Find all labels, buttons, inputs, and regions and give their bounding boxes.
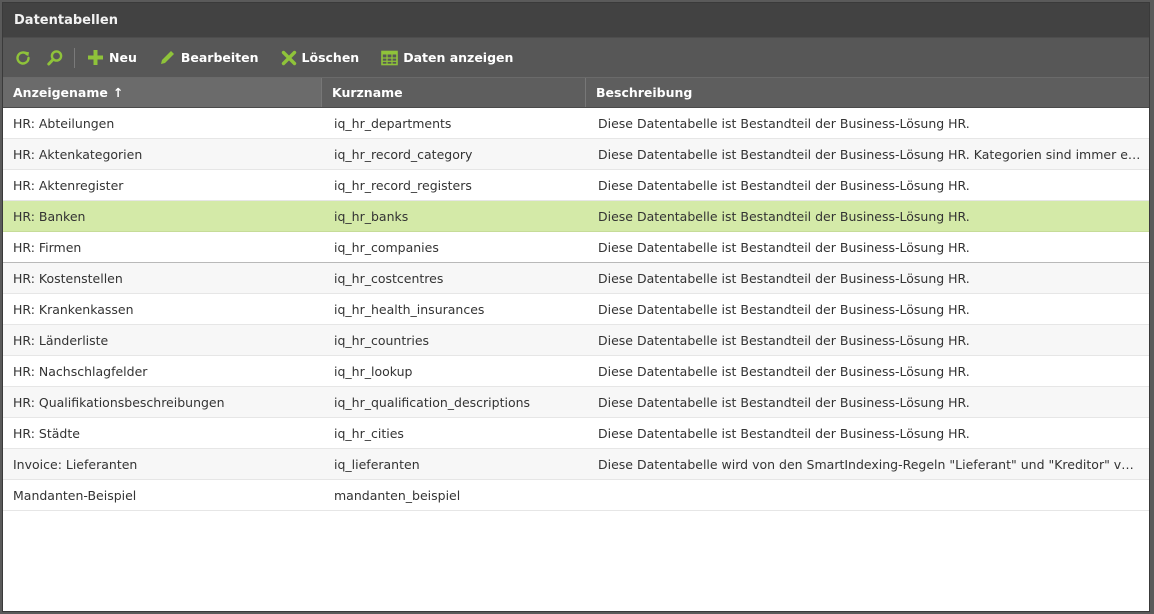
table-cell-short: iq_hr_departments (334, 115, 452, 131)
table-cell-short: iq_hr_record_registers (334, 177, 472, 193)
table-cell-short: iq_hr_costcentres (334, 270, 444, 286)
datentabellen-window: Datentabellen Neu Bearbeiten Löschen Dat… (2, 2, 1150, 612)
column-header-anzeigename[interactable]: Anzeigename ↑ (3, 78, 322, 107)
toolbar-separator (74, 47, 75, 68)
table-row[interactable]: HR: Banken iq_hr_banks Diese Datentabelle … (3, 201, 1149, 232)
table-cell-name: HR: Banken (13, 208, 86, 224)
table-cell-name: HR: Nachschlagfelder (13, 363, 148, 379)
table-cell-short: mandanten_beispiel (334, 487, 461, 503)
table-cell-short: iq_hr_countries (334, 332, 430, 348)
table-row[interactable]: HR: Länderliste iq_hr_countries Diese Date… (3, 325, 1149, 356)
table-cell-name: Mandanten-Beispiel (13, 487, 137, 503)
window-titlebar: Datentabellen (3, 3, 1149, 37)
table-cell-short: iq_hr_banks (334, 208, 409, 224)
column-header-label: Beschreibung (596, 85, 693, 100)
table-row[interactable]: HR: Krankenkassen iq_hr_health_insurances… (3, 294, 1149, 325)
table-cell-desc: Diese Datentabelle ist Bestandteil der B… (598, 425, 970, 441)
table-cell-desc: Diese Datentabelle ist Bestandteil der B… (598, 146, 1149, 162)
table-row[interactable]: HR: Kostenstellen iq_hr_costcentres Diese … (3, 263, 1149, 294)
table-cell-desc: Diese Datentabelle ist Bestandteil der B… (598, 115, 970, 131)
table-header: Anzeigename ↑ Kurzname Beschreibung (3, 77, 1149, 108)
view-data-button-label: Daten anzeigen (403, 50, 514, 65)
column-header-label: Kurzname (332, 85, 403, 100)
table-cell-desc: Diese Datentabelle ist Bestandteil der B… (598, 363, 970, 379)
refresh-icon (16, 50, 30, 65)
table-row[interactable]: HR: Aktenkategorien iq_hr_record_category… (3, 139, 1149, 170)
table-cell-short: iq_hr_lookup (334, 363, 413, 379)
column-header-label: Anzeigename (13, 85, 108, 100)
table-row[interactable]: Invoice: Lieferanten iq_lieferanten Diese … (3, 449, 1149, 480)
column-header-beschreibung[interactable]: Beschreibung (586, 78, 1149, 107)
delete-button[interactable]: Löschen (281, 50, 360, 66)
table-cell-short: iq_hr_health_insurances (334, 301, 485, 317)
toolbar: Neu Bearbeiten Löschen Daten anzeigen (3, 37, 1149, 77)
table-row[interactable]: HR: Abteilungen iq_hr_departments Diese Da… (3, 108, 1149, 139)
table-row[interactable]: HR: Städte iq_hr_cities Diese Datentabelle… (3, 418, 1149, 449)
table-row[interactable]: HR: Qualifikationsbeschreibungen iq_hr_qu… (3, 387, 1149, 418)
table-cell-desc: Diese Datentabelle ist Bestandteil der B… (598, 394, 970, 410)
window-title: Datentabellen (14, 12, 118, 28)
column-header-kurzname[interactable]: Kurzname (322, 78, 586, 107)
table-row[interactable]: Mandanten-Beispiel mandanten_beispiel (3, 480, 1149, 511)
table-row[interactable]: HR: Nachschlagfelder iq_hr_lookup Diese Da… (3, 356, 1149, 387)
table-cell-desc: Diese Datentabelle ist Bestandteil der B… (598, 239, 970, 255)
pencil-icon (160, 51, 174, 64)
new-button[interactable]: Neu (87, 49, 137, 66)
table-cell-name: HR: Krankenkassen (13, 301, 134, 317)
table-row[interactable]: HR: Aktenregister iq_hr_record_registers D… (3, 170, 1149, 201)
table-cell-short: iq_hr_companies (334, 239, 439, 255)
table-cell-name: HR: Länderliste (13, 332, 109, 348)
table-cell-desc: Diese Datentabelle ist Bestandteil der B… (598, 177, 970, 193)
table-cell-name: HR: Abteilungen (13, 115, 115, 131)
delete-x-icon (281, 50, 296, 65)
table-body: HR: Abteilungen iq_hr_departments Diese Da… (3, 108, 1149, 511)
table-cell-short: iq_lieferanten (334, 456, 420, 472)
edit-button[interactable]: Bearbeiten (159, 49, 259, 66)
table-icon (381, 50, 399, 65)
table-cell-short: iq_hr_cities (334, 425, 404, 441)
table-cell-short: iq_hr_qualification_descriptions (334, 394, 531, 410)
table-row[interactable]: HR: Firmen iq_hr_companies Diese Datentabe… (3, 232, 1149, 263)
table-cell-name: Invoice: Lieferanten (13, 456, 138, 472)
new-button-label: Neu (109, 50, 137, 65)
table-cell-desc: Diese Datentabelle ist Bestandteil der B… (598, 301, 970, 317)
search-button[interactable] (46, 49, 64, 67)
sort-ascending-icon: ↑ (112, 85, 124, 100)
table-cell-name: HR: Städte (13, 425, 80, 441)
view-data-button[interactable]: Daten anzeigen (381, 50, 513, 66)
table-cell-desc: Diese Datentabelle wird von den SmartInd… (598, 456, 1149, 472)
plus-icon (88, 50, 103, 65)
edit-button-label: Bearbeiten (180, 50, 259, 65)
table-cell-desc: Diese Datentabelle ist Bestandteil der B… (598, 332, 970, 348)
table-cell-name: HR: Aktenregister (13, 177, 124, 193)
table-cell-desc: Diese Datentabelle ist Bestandteil der B… (598, 208, 970, 224)
refresh-button[interactable] (14, 49, 32, 67)
table-cell-name: HR: Kostenstellen (13, 270, 123, 286)
table-cell-name: HR: Aktenkategorien (13, 146, 143, 162)
table-cell-name: HR: Firmen (13, 239, 82, 255)
table-cell-name: HR: Qualifikationsbeschreibungen (13, 394, 225, 410)
delete-button-label: Löschen (301, 50, 360, 65)
table-cell-desc: Diese Datentabelle ist Bestandteil der B… (598, 270, 970, 286)
table-cell-short: iq_hr_record_category (334, 146, 473, 162)
search-icon (47, 49, 63, 65)
